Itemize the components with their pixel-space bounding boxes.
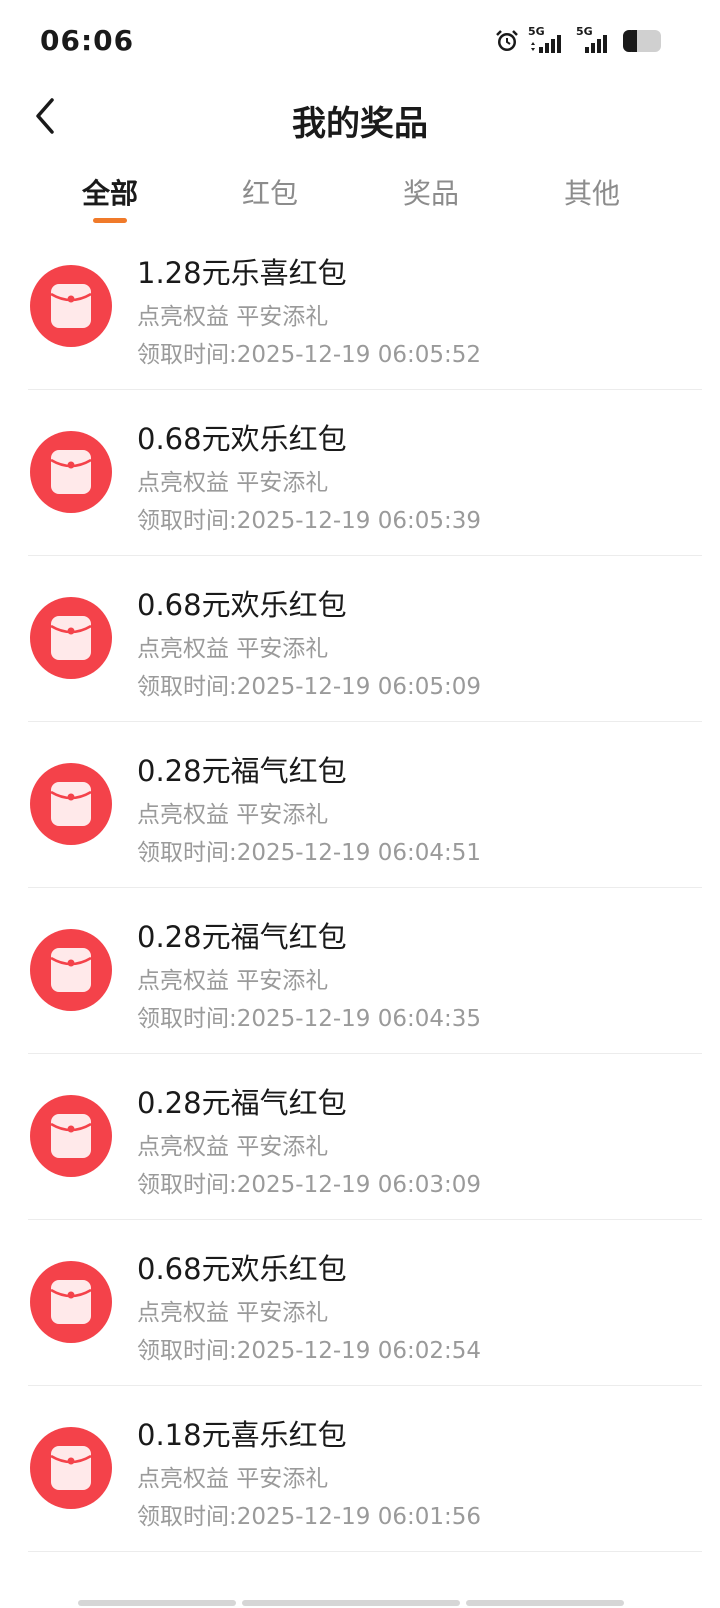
list-item[interactable]: 0.28元福气红包 点亮权益 平安添礼 领取时间:2025-12-19 06:0… (28, 1054, 702, 1220)
red-envelope-icon (30, 929, 112, 1011)
prize-source: 点亮权益 平安添礼 (137, 304, 329, 330)
prize-time: 领取时间:2025-12-19 06:02:54 (137, 1338, 482, 1364)
red-envelope-icon (30, 431, 112, 513)
prize-name: 0.28元福气红包 (137, 754, 347, 788)
red-envelope-icon (30, 1427, 112, 1509)
red-envelope-icon (30, 597, 112, 679)
scroll-indicator-segment (78, 1600, 236, 1606)
prize-name: 0.68元欢乐红包 (137, 1252, 347, 1286)
list-item[interactable]: 0.68元欢乐红包 点亮权益 平安添礼 领取时间:2025-12-19 06:0… (28, 390, 702, 556)
list-item[interactable]: 1.28元乐喜红包 点亮权益 平安添礼 领取时间:2025-12-19 06:0… (28, 224, 702, 390)
red-envelope-icon (30, 763, 112, 845)
prize-time: 领取时间:2025-12-19 06:01:56 (137, 1504, 482, 1530)
list-item[interactable]: 0.68元欢乐红包 点亮权益 平安添礼 领取时间:2025-12-19 06:0… (28, 1220, 702, 1386)
prize-source: 点亮权益 平安添礼 (137, 968, 329, 994)
prize-source: 点亮权益 平安添礼 (137, 1134, 329, 1160)
nav-bar: 我的奖品 (0, 80, 720, 152)
prize-time: 领取时间:2025-12-19 06:04:51 (137, 840, 482, 866)
prize-time: 领取时间:2025-12-19 06:05:52 (137, 342, 482, 368)
prize-source: 点亮权益 平安添礼 (137, 802, 329, 828)
tab-all[interactable]: 全部 (50, 172, 170, 212)
prize-name: 0.18元喜乐红包 (137, 1418, 347, 1452)
prize-name: 0.28元福气红包 (137, 920, 347, 954)
prize-name: 1.28元乐喜红包 (137, 256, 347, 290)
prize-time: 领取时间:2025-12-19 06:05:39 (137, 508, 482, 534)
prize-source: 点亮权益 平安添礼 (137, 1300, 329, 1326)
battery-icon (622, 29, 664, 53)
status-bar: 06:06 5G 5G (0, 0, 720, 80)
status-icons: 5G 5G (494, 25, 664, 56)
list-item[interactable]: 0.28元福气红包 点亮权益 平安添礼 领取时间:2025-12-19 06:0… (28, 722, 702, 888)
tab-other[interactable]: 其他 (532, 172, 652, 212)
list-item[interactable]: 0.18元喜乐红包 点亮权益 平安添礼 领取时间:2025-12-19 06:0… (28, 1386, 702, 1552)
status-time: 06:06 (40, 24, 135, 57)
page-title: 我的奖品 (292, 104, 428, 144)
tab-red-packet[interactable]: 红包 (210, 172, 330, 212)
signal-5g-icon-2: 5G (576, 25, 614, 55)
active-tab-indicator (93, 218, 127, 223)
bottom-scroll-indicators (0, 1596, 720, 1608)
signal-5g-icon: 5G (528, 25, 568, 55)
prize-time: 领取时间:2025-12-19 06:04:35 (137, 1006, 482, 1032)
red-envelope-icon (30, 1261, 112, 1343)
red-envelope-icon (30, 265, 112, 347)
prize-name: 0.68元欢乐红包 (137, 588, 347, 622)
prize-source: 点亮权益 平安添礼 (137, 470, 329, 496)
scroll-indicator-segment (242, 1600, 460, 1606)
red-envelope-icon (30, 1095, 112, 1177)
list-item[interactable]: 0.28元福气红包 点亮权益 平安添礼 领取时间:2025-12-19 06:0… (28, 888, 702, 1054)
prize-list: 1.28元乐喜红包 点亮权益 平安添礼 领取时间:2025-12-19 06:0… (0, 224, 720, 1552)
prize-name: 0.68元欢乐红包 (137, 422, 347, 456)
tab-prizes[interactable]: 奖品 (371, 172, 491, 212)
scroll-indicator-segment (466, 1600, 624, 1606)
alarm-icon (494, 28, 520, 54)
prize-time: 领取时间:2025-12-19 06:05:09 (137, 674, 482, 700)
prize-source: 点亮权益 平安添礼 (137, 1466, 329, 1492)
prize-time: 领取时间:2025-12-19 06:03:09 (137, 1172, 482, 1198)
prize-source: 点亮权益 平安添礼 (137, 636, 329, 662)
tab-bar: 全部 红包 奖品 其他 (0, 160, 720, 230)
list-item[interactable]: 0.68元欢乐红包 点亮权益 平安添礼 领取时间:2025-12-19 06:0… (28, 556, 702, 722)
prize-name: 0.28元福气红包 (137, 1086, 347, 1120)
